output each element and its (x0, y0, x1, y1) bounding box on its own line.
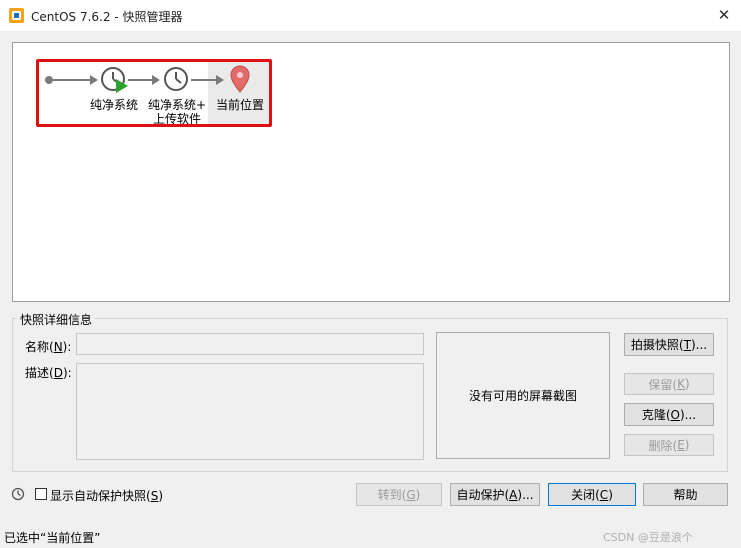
goto-button[interactable]: 转到(G) (356, 483, 442, 506)
annotation-highlight-box (36, 59, 272, 127)
description-label: 描述(D): (25, 366, 72, 380)
details-group-title: 快照详细信息 (17, 311, 96, 328)
name-field[interactable] (76, 333, 424, 355)
close-button[interactable]: 关闭(C) (548, 483, 636, 506)
delete-button[interactable]: 删除(E) (624, 434, 714, 456)
name-label: 名称(N): (25, 340, 72, 354)
description-field[interactable] (76, 363, 424, 460)
autoprotect-button[interactable]: 自动保护(A)... (450, 483, 540, 506)
watermark-text: CSDN @豆是浪个 (603, 531, 693, 544)
clone-button[interactable]: 克隆(O)... (624, 403, 714, 426)
show-autoprotect-label[interactable]: 显示自动保护快照(S) (50, 487, 163, 504)
help-button[interactable]: 帮助 (643, 483, 728, 506)
window-title: CentOS 7.6.2 - 快照管理器 (31, 10, 183, 24)
take-snapshot-button[interactable]: 拍摄快照(T)... (624, 333, 714, 356)
show-autoprotect-checkbox[interactable] (35, 488, 47, 500)
close-icon: ✕ (717, 6, 731, 24)
keep-button[interactable]: 保留(K) (624, 373, 714, 395)
status-text: 已选中“当前位置” (4, 531, 101, 545)
no-screenshot-text: 没有可用的屏幕截图 (468, 389, 577, 403)
vmware-app-icon (9, 8, 24, 23)
history-icon (11, 487, 25, 501)
screenshot-preview: 没有可用的屏幕截图 (436, 332, 610, 459)
close-window-button[interactable]: ✕ (710, 3, 738, 27)
